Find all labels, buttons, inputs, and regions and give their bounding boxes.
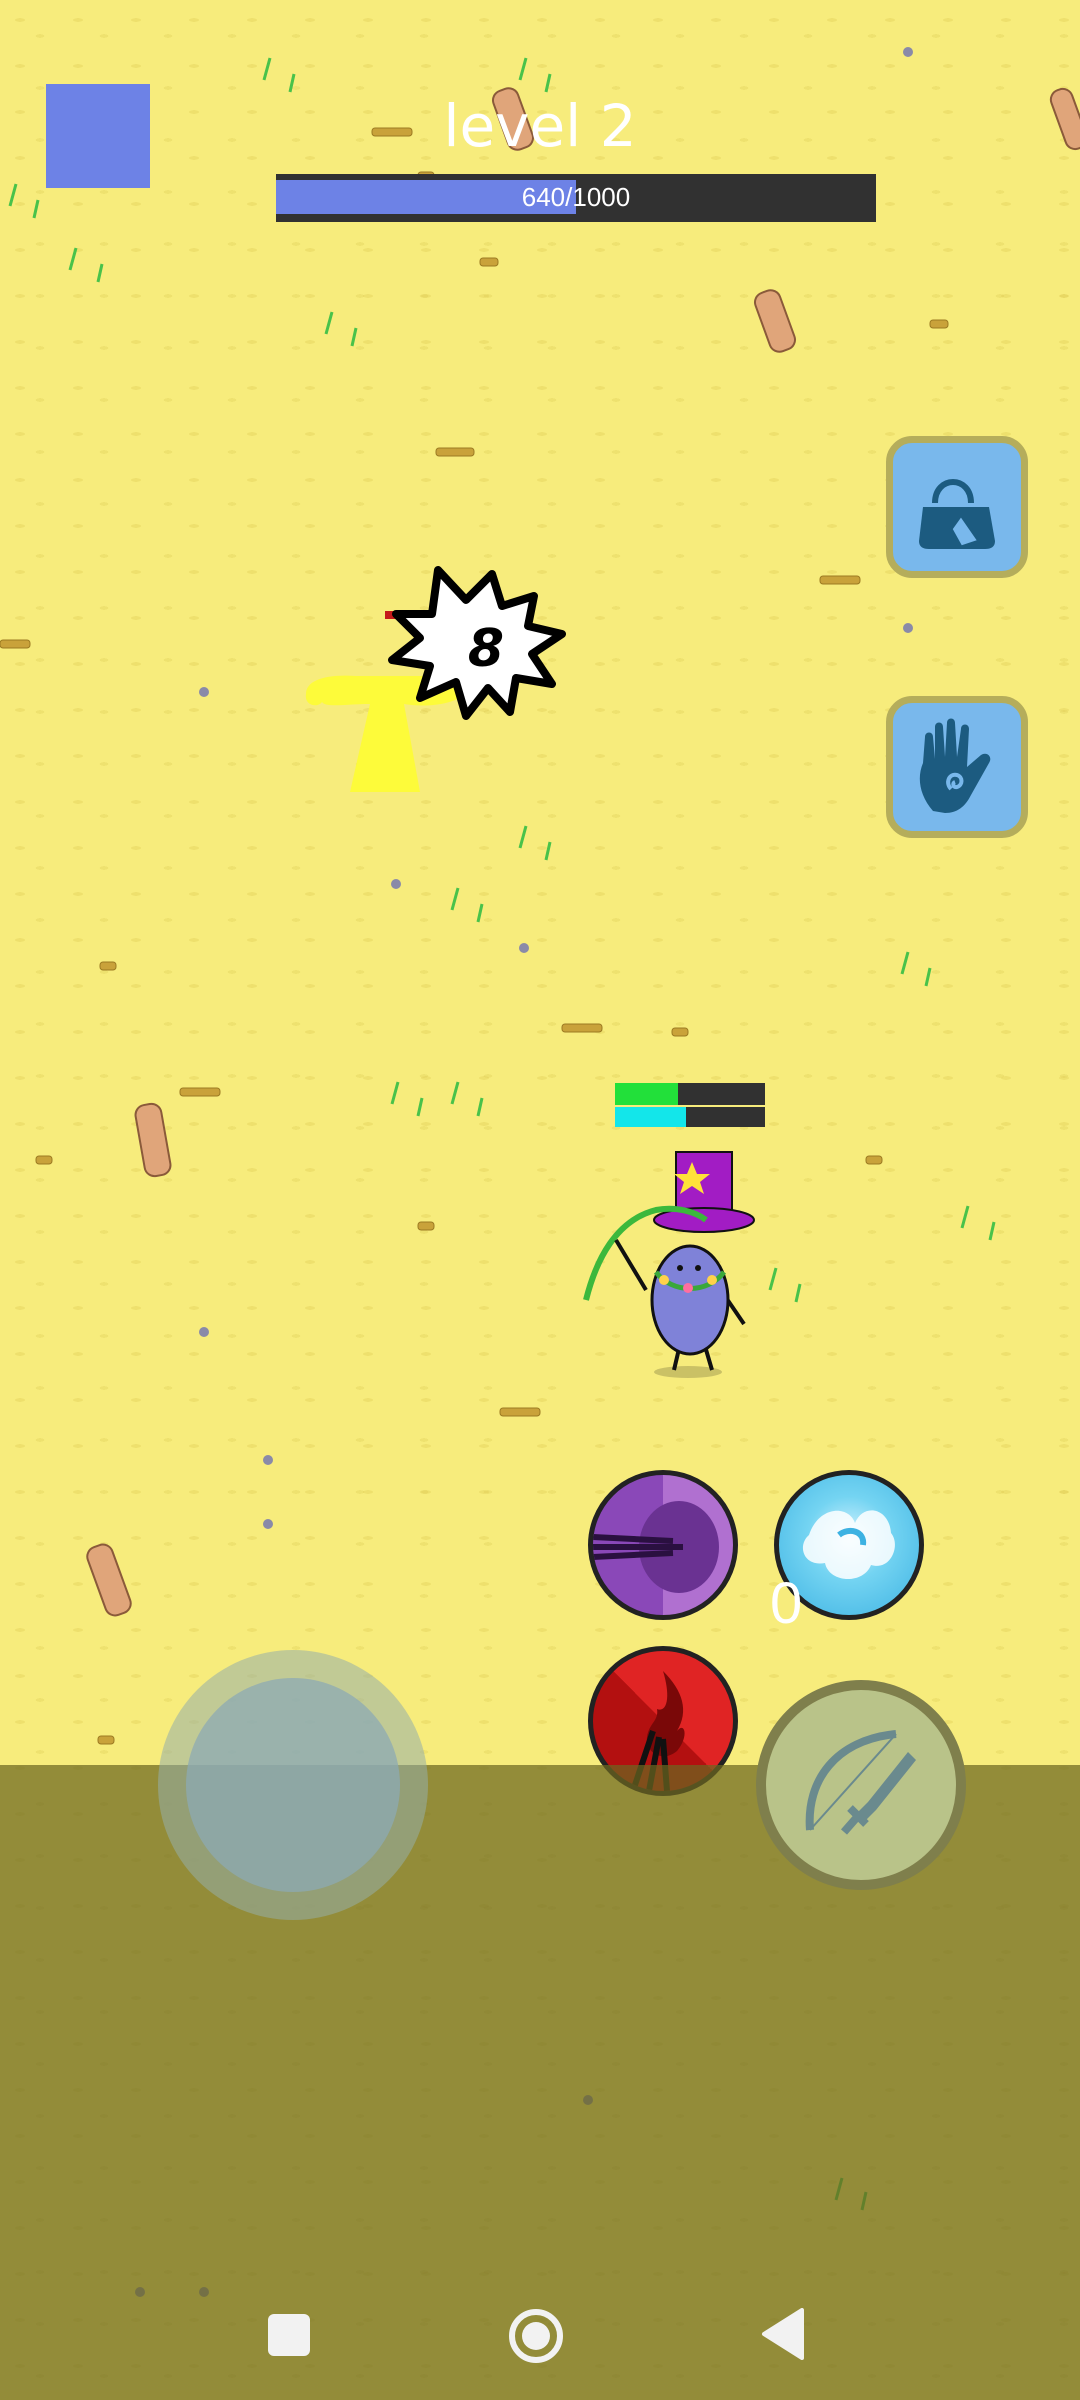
level-title: level 2 [443, 92, 637, 160]
flower-decoration [903, 623, 913, 633]
bone-decoration [86, 1543, 132, 1617]
bone-decoration [753, 289, 797, 353]
circle-icon [509, 2309, 563, 2363]
player-health-bar [615, 1083, 765, 1105]
home-button[interactable] [508, 2308, 564, 2364]
player-mana-fill [615, 1107, 686, 1127]
inventory-button[interactable] [886, 436, 1028, 578]
grass-sprout [450, 887, 484, 923]
straw-decoration [35, 1155, 53, 1165]
straw-decoration [479, 257, 499, 267]
grass-sprout [960, 1205, 996, 1241]
xp-bar: 640/1000 [276, 174, 876, 222]
flower-decoration [263, 1519, 273, 1529]
grass-sprout [518, 825, 552, 861]
triangle-back-icon [762, 2308, 804, 2360]
straw-decoration [435, 447, 475, 457]
straw-decoration [929, 319, 949, 329]
attack-button[interactable] [756, 1680, 966, 1890]
bow-and-sword-icon [805, 1730, 916, 1835]
straw-decoration [819, 575, 861, 585]
grass-sprout [8, 183, 40, 219]
recents-button[interactable] [268, 2314, 310, 2356]
damage-burst: 8 [388, 566, 566, 720]
straw-decoration [865, 1155, 883, 1165]
straw-decoration [561, 1023, 603, 1033]
skill-cooldown-count: 0 [770, 1571, 803, 1636]
damage-number: 8 [468, 619, 504, 679]
grass-sprout [262, 57, 296, 93]
straw-decoration [97, 1735, 115, 1745]
grass-sprout [324, 311, 358, 347]
grass-sprout [518, 57, 552, 93]
straw-decoration [179, 1087, 221, 1097]
flower-decoration [391, 879, 401, 889]
flower-decoration [903, 47, 913, 57]
spiral-palm-icon [919, 718, 991, 813]
grass-sprout [68, 247, 104, 283]
grass-sprout [900, 951, 932, 987]
player-mana-bar [615, 1107, 765, 1127]
player-health-fill [615, 1083, 678, 1105]
straw-decoration [417, 1221, 435, 1231]
flower-decoration [263, 1455, 273, 1465]
flower-decoration [519, 943, 529, 953]
straw-decoration [499, 1407, 541, 1417]
magic-button[interactable] [886, 696, 1028, 838]
joystick-thumb[interactable] [186, 1678, 400, 1892]
grass-sprout [390, 1081, 424, 1117]
xp-text: 640/1000 [521, 182, 631, 212]
handbag-icon [919, 479, 995, 549]
shadow-arrows-icon [593, 1501, 719, 1593]
flower-decoration [199, 687, 209, 697]
grass-sprout [450, 1081, 484, 1117]
wizard-player [583, 1151, 755, 1378]
bone-decoration [134, 1102, 172, 1178]
player-status-bars [615, 1083, 765, 1127]
back-button[interactable] [760, 2308, 806, 2360]
shadow-arrows-skill[interactable] [588, 1470, 738, 1620]
straw-decoration [671, 1027, 689, 1037]
grass-sprout [768, 1267, 802, 1303]
straw-decoration [99, 961, 117, 971]
straw-decoration [0, 639, 31, 649]
flower-decoration [199, 1327, 209, 1337]
